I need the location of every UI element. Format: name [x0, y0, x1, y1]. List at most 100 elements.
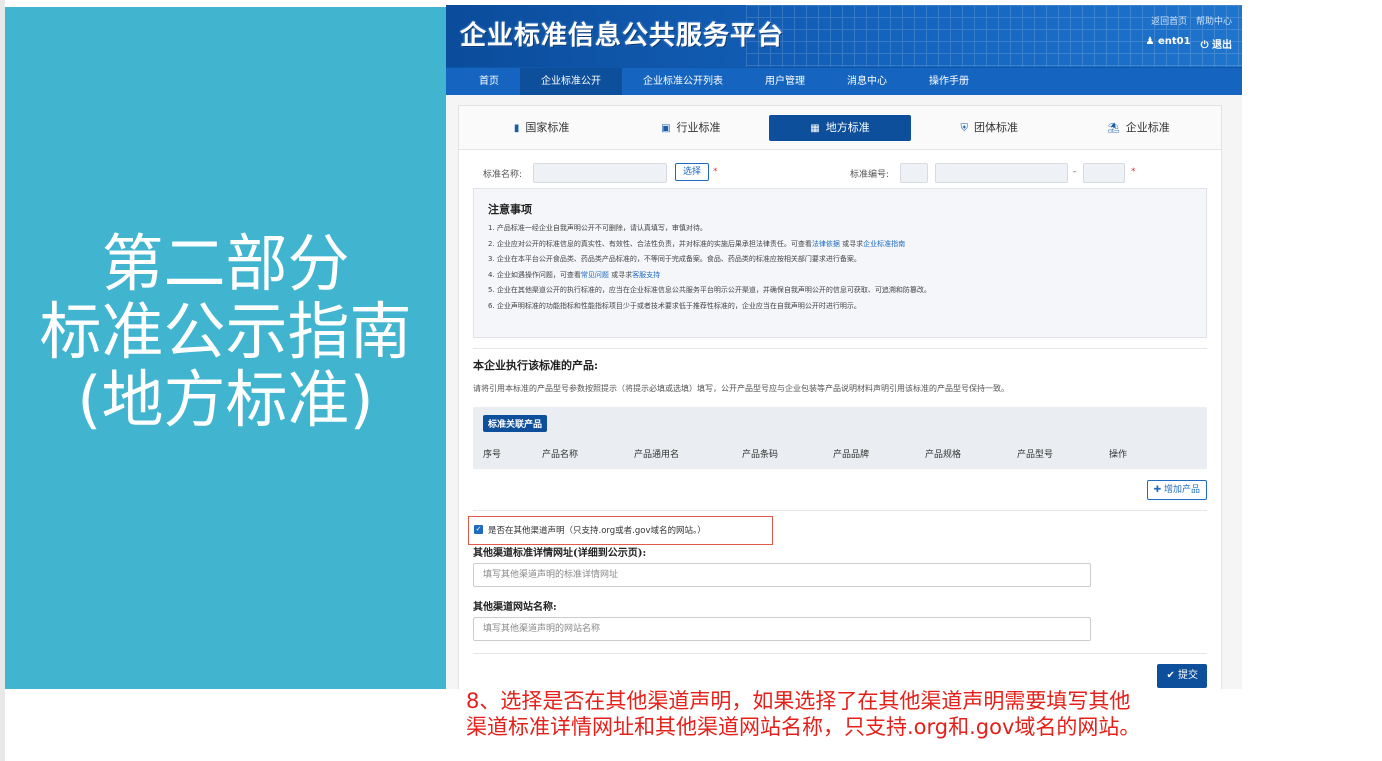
col-brand: 产品品牌: [833, 450, 870, 460]
std-year-input[interactable]: [1083, 163, 1125, 183]
notice-item-1: 1. 产品标准一经企业自我声明公开不可删除，请认真填写，审慎对待。: [488, 224, 707, 232]
nav-item-std-publish[interactable]: 企业标准公开: [520, 68, 622, 95]
other-channel-highlight: ✓ 是否在其他渠道声明（只支持.org或者.gov域名的网站。）: [468, 516, 773, 545]
std-guide-link[interactable]: 企业标准指南: [863, 240, 905, 248]
add-product-button[interactable]: ✚ 增加产品: [1146, 480, 1207, 500]
divider-3: [473, 653, 1207, 654]
notice-item-2-mid: 或寻求: [839, 239, 864, 248]
document-icon: ▦: [810, 122, 820, 134]
nav-item-home[interactable]: 首页: [466, 68, 520, 95]
col-product-name: 产品名称: [542, 450, 579, 460]
detail-url-input[interactable]: 填写其他渠道声明的标准详情网址: [473, 563, 1091, 587]
power-icon: ⏻: [1200, 40, 1212, 51]
notice-title: 注意事项: [488, 203, 532, 216]
std-no-prefix-input[interactable]: [900, 163, 928, 183]
bank-icon: ⛱: [1107, 122, 1120, 134]
nav-item-messages[interactable]: 消息中心: [826, 68, 908, 95]
tab-national[interactable]: ▮ 国家标准: [471, 115, 612, 141]
nav-item-manual[interactable]: 操作手册: [908, 68, 990, 95]
col-barcode: 产品条码: [742, 450, 779, 460]
section-title-line3: (地方标准): [77, 363, 374, 436]
notice-box: 注意事项 1. 产品标准一经企业自我声明公开不可删除，请认真填写，审慎对待。 2…: [473, 188, 1207, 338]
notice-item-4: 4. 企业如遇操作问题，可查看常见问题 或寻求客服支持: [488, 268, 1192, 284]
briefcase-icon: ▣: [661, 122, 671, 134]
notice-item-2: 2. 企业应对公开的标准信息的真实性、有效性、合法性负责，并对标准的实施后果承担…: [488, 237, 1192, 253]
std-no-label: 标准编号:: [850, 170, 890, 180]
notice-item-2-text: 2. 企业应对公开的标准信息的真实性、有效性、合法性负责，并对标准的实施后果承担…: [488, 239, 812, 248]
notice-item-6: 6. 企业声明标准的功能指标和性能指标项目少于或者技术要求低于推荐性标准的，企业…: [488, 301, 861, 310]
notice-item-3: 3. 企业在本平台公开食品类、药品类产品标准的，不等同于完成备案。食品、药品类的…: [488, 255, 861, 263]
user-bar: ♟ ent01 ⏻ 退出: [1146, 36, 1232, 51]
std-name-input[interactable]: [533, 163, 667, 183]
std-no-dash: -: [1073, 167, 1077, 177]
site-name-label: 其他渠道网站名称:: [473, 602, 557, 613]
section-title-line2: 标准公示指南: [39, 295, 412, 368]
form-card: ▮ 国家标准 ▣ 行业标准 ▦ 地方标准 ⛨ 团体标准 ⛱ 企业标准 标准名称: 选择 *…: [458, 105, 1222, 689]
notice-item-4-text: 4. 企业如遇操作问题，可查看: [488, 270, 581, 279]
nav-item-user-mgmt[interactable]: 用户管理: [744, 68, 826, 95]
std-no-input[interactable]: [935, 163, 1068, 183]
home-link[interactable]: 返回首页: [1151, 17, 1187, 27]
tab-enterprise[interactable]: ⛱ 企业标准: [1068, 115, 1209, 141]
main-nav: 首页 企业标准公开 企业标准公开列表 用户管理 消息中心 操作手册: [446, 67, 1242, 95]
nav-item-std-list[interactable]: 企业标准公开列表: [622, 68, 744, 95]
plus-icon: ✚: [1153, 485, 1164, 495]
std-name-label: 标准名称:: [483, 170, 523, 180]
top-links: 返回首页 帮助中心: [1145, 14, 1232, 27]
caption-line-2: 渠道标准详情网址和其他渠道网站名称，只支持.org和.gov域名的网站。: [466, 715, 1141, 739]
section-title-line1: 第二部分: [101, 227, 350, 300]
col-index: 序号: [483, 450, 502, 460]
logout-button[interactable]: ⏻ 退出: [1201, 36, 1232, 51]
site-logo[interactable]: 企业标准信息公共服务平台: [460, 15, 784, 52]
header-banner: 企业标准信息公共服务平台 返回首页 帮助中心 ♟ ent01 ⏻ 退出: [446, 5, 1242, 67]
col-spec: 产品规格: [925, 450, 962, 460]
other-channel-label[interactable]: 是否在其他渠道声明（只支持.org或者.gov域名的网站。）: [488, 524, 706, 536]
legal-basis-link[interactable]: 法律依据: [812, 240, 840, 248]
products-table-header: 标准关联产品 序号 产品名称 产品通用名 产品条码 产品品牌 产品规格 产品型号…: [473, 407, 1207, 469]
tab-enterprise-label: 企业标准: [1125, 120, 1170, 134]
col-model: 产品型号: [1017, 450, 1054, 460]
submit-label: 提交: [1178, 670, 1198, 681]
user-menu[interactable]: ♟ ent01: [1146, 36, 1191, 51]
instruction-caption: 8、选择是否在其他渠道声明，如果选择了在其他渠道声明需要填写其他 渠道标准详情网…: [466, 688, 1206, 740]
app-screenshot: 企业标准信息公共服务平台 返回首页 帮助中心 ♟ ent01 ⏻ 退出 首页 企…: [446, 5, 1242, 689]
faq-link[interactable]: 常见问题: [581, 271, 609, 279]
notice-item-5: 5. 企业在其他渠道公开的执行标准的，应当在企业标准信息公共服务平台明示公开渠道…: [488, 286, 931, 294]
book-icon: ▮: [513, 122, 520, 134]
tab-industry[interactable]: ▣ 行业标准: [620, 115, 761, 141]
site-name-input[interactable]: 填写其他渠道声明的网站名称: [473, 617, 1091, 641]
linked-products-badge: 标准关联产品: [483, 415, 548, 432]
tab-national-label: 国家标准: [525, 120, 570, 134]
tab-group-label: 团体标准: [973, 120, 1018, 134]
tab-industry-label: 行业标准: [676, 120, 721, 134]
required-mark: *: [713, 167, 718, 177]
caption-line-1: 8、选择是否在其他渠道声明，如果选择了在其他渠道声明需要填写其他: [466, 689, 1131, 713]
other-channel-checkbox[interactable]: ✓: [474, 525, 483, 534]
select-button[interactable]: 选择: [675, 163, 709, 181]
divider-2: [473, 510, 1207, 511]
col-actions: 操作: [1109, 450, 1128, 460]
products-description: 请将引用本标准的产品型号参数按照提示（将提示必填或选填）填写，公开产品型号应与企…: [473, 384, 1009, 393]
help-link[interactable]: 帮助中心: [1196, 17, 1232, 27]
required-mark-2: *: [1131, 167, 1136, 177]
notice-item-4-mid: 或寻求: [608, 270, 633, 279]
add-product-label: 增加产品: [1163, 485, 1200, 495]
support-link[interactable]: 客服支持: [632, 271, 660, 279]
tab-group[interactable]: ⛨ 团体标准: [919, 115, 1060, 141]
products-title: 本企业执行该标准的产品:: [473, 359, 599, 372]
submit-button[interactable]: ✔ 提交: [1157, 664, 1207, 688]
divider: [473, 348, 1207, 349]
standard-type-tabs: ▮ 国家标准 ▣ 行业标准 ▦ 地方标准 ⛨ 团体标准 ⛱ 企业标准: [459, 106, 1221, 150]
standard-id-row: 标准名称: 选择 * 标准编号: - *: [483, 162, 1201, 184]
check-icon: ✔: [1166, 670, 1178, 681]
tab-local[interactable]: ▦ 地方标准: [769, 114, 911, 141]
user-icon: ♟: [1145, 36, 1158, 47]
shield-icon: ⛨: [960, 122, 968, 134]
username: ent01: [1157, 36, 1191, 47]
tab-local-label: 地方标准: [825, 120, 870, 134]
detail-url-label: 其他渠道标准详情网址(详细到公示页):: [473, 548, 647, 559]
col-generic-name: 产品通用名: [634, 450, 680, 460]
slide: 第二部分 标准公示指南 (地方标准) 企业标准信息公共服务平台 返回首页 帮助中…: [0, 0, 1382, 761]
section-title-panel: 第二部分 标准公示指南 (地方标准): [5, 7, 446, 689]
logout-label: 退出: [1212, 40, 1232, 51]
